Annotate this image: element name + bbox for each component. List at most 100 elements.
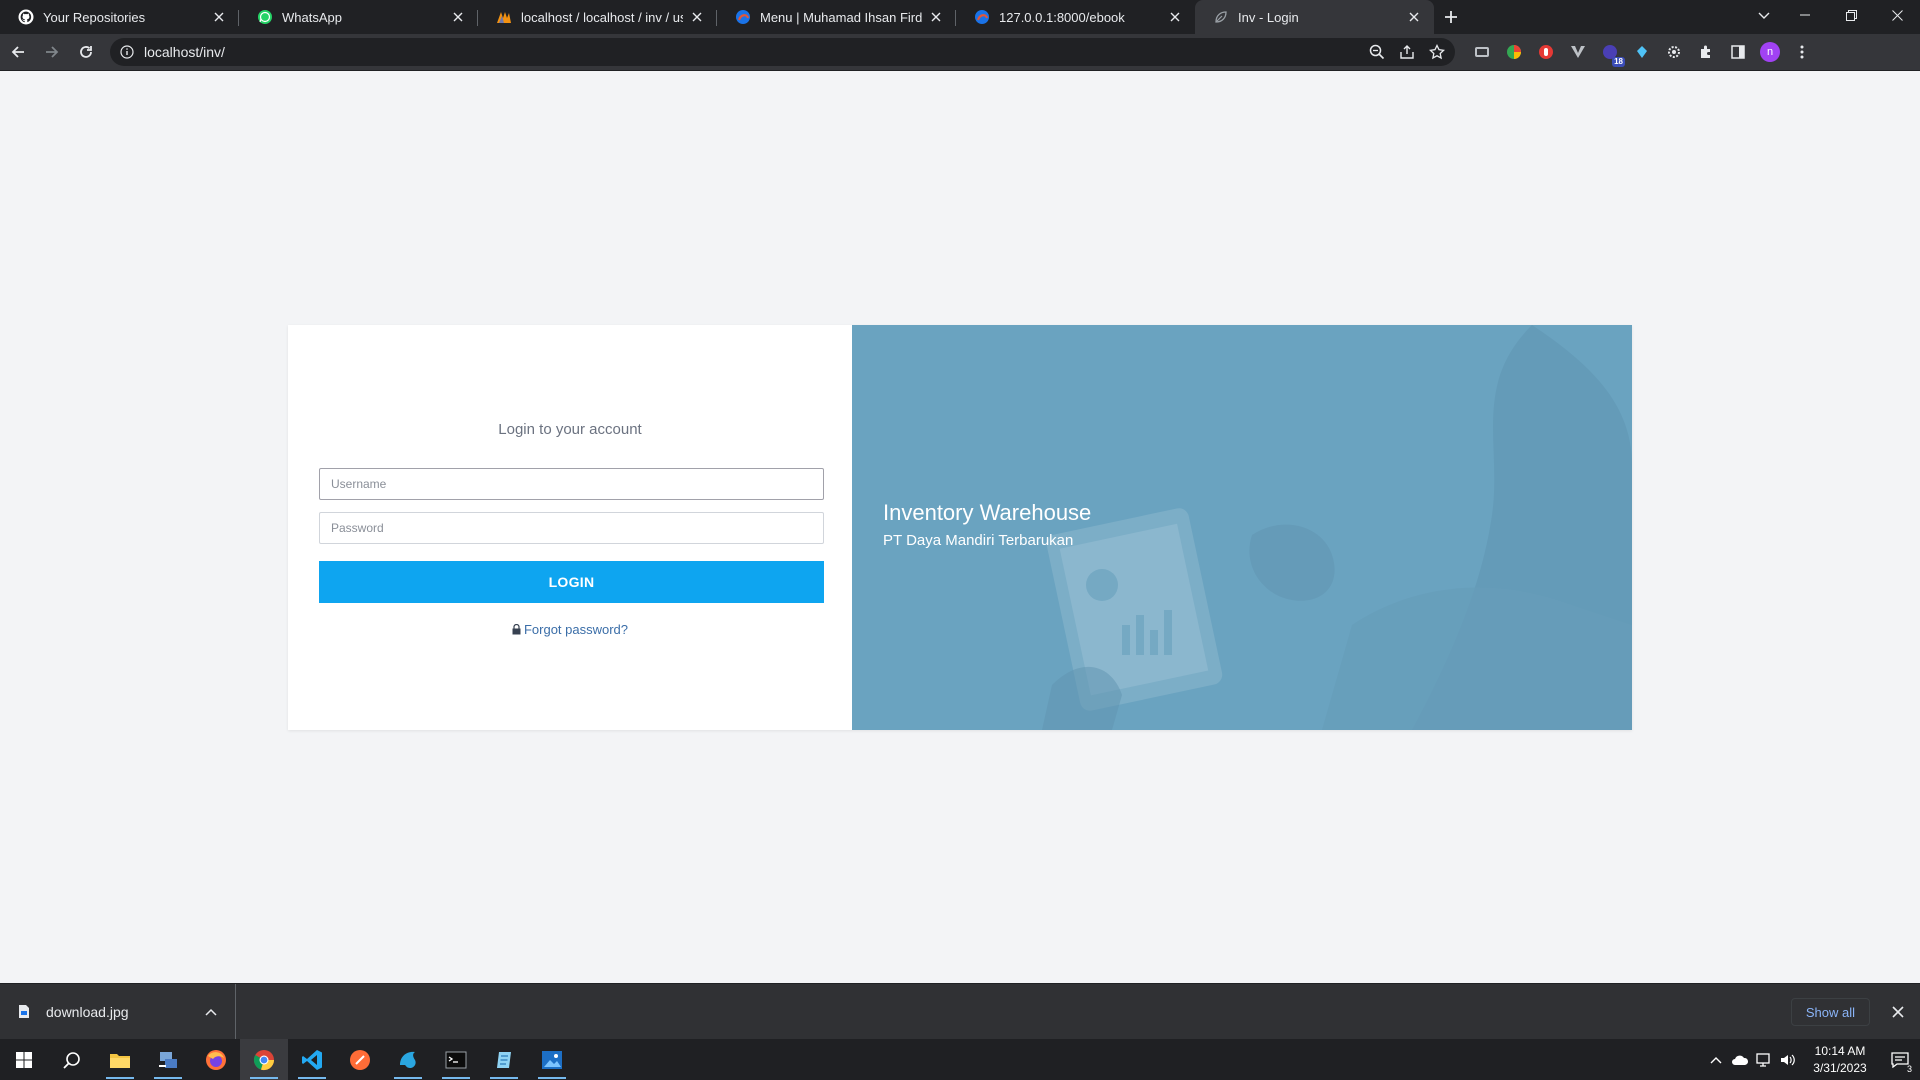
restore-icon	[1845, 9, 1857, 21]
close-window-button[interactable]	[1874, 0, 1920, 30]
github-icon	[18, 9, 34, 25]
plus-icon	[1445, 11, 1457, 23]
tab-whatsapp[interactable]: WhatsApp	[239, 0, 478, 34]
tab-search-button[interactable]	[1754, 6, 1774, 26]
close-icon	[1891, 9, 1903, 21]
taskbar-postman[interactable]	[336, 1039, 384, 1080]
taskbar-file-explorer[interactable]	[96, 1039, 144, 1080]
tab-ebook[interactable]: 127.0.0.1:8000/ebook	[956, 0, 1195, 34]
lock-icon	[512, 624, 521, 635]
star-icon[interactable]	[1429, 44, 1445, 60]
taskbar-notepad[interactable]	[480, 1039, 528, 1080]
extension-badge-icon[interactable]: 18	[1599, 41, 1625, 67]
browser-tab-strip: Your Repositories WhatsApp localhost / l…	[0, 0, 1920, 34]
taskbar-clock[interactable]: 10:14 AM 3/31/2023	[1800, 1043, 1880, 1077]
browser-menu-icon[interactable]	[1791, 41, 1813, 63]
vscode-icon	[302, 1049, 322, 1070]
close-tab-icon[interactable]	[1167, 9, 1183, 25]
tray-onedrive[interactable]	[1728, 1039, 1752, 1080]
avatar-initial: n	[1760, 42, 1780, 62]
tray-volume[interactable]	[1776, 1039, 1800, 1080]
download-bar: download.jpg Show all	[0, 983, 1920, 1040]
dolphin-icon	[400, 1051, 416, 1068]
extension-red-icon[interactable]	[1535, 41, 1557, 63]
reload-button[interactable]	[70, 36, 102, 68]
close-tab-icon[interactable]	[211, 9, 227, 25]
firefox-icon	[206, 1049, 226, 1070]
close-tab-icon[interactable]	[1406, 9, 1422, 25]
windows-logo-icon	[16, 1051, 32, 1068]
extension-badge-count: 18	[1612, 57, 1625, 67]
back-button[interactable]	[2, 36, 34, 68]
extension-gear-icon[interactable]	[1663, 41, 1685, 63]
password-input[interactable]	[319, 512, 824, 544]
forward-button[interactable]	[36, 36, 68, 68]
extension-colorful-icon[interactable]	[1503, 41, 1525, 63]
arrow-left-icon	[11, 46, 24, 58]
page-content: Login to your account LOGIN Forgot passw…	[0, 71, 1920, 983]
chevron-up-icon[interactable]	[205, 1008, 217, 1016]
tab-title: 127.0.0.1:8000/ebook	[999, 9, 1125, 25]
close-download-bar-button[interactable]	[1888, 1002, 1908, 1022]
extensions-puzzle-icon[interactable]	[1695, 41, 1717, 63]
tab-title: Inv - Login	[1238, 9, 1299, 25]
login-form-panel: Login to your account LOGIN Forgot passw…	[288, 325, 852, 730]
zoom-icon[interactable]	[1369, 44, 1385, 60]
hero-title: Inventory Warehouse	[883, 500, 1092, 525]
taskbar-photos[interactable]	[528, 1039, 576, 1080]
windows-taskbar: 10:14 AM 3/31/2023 3	[0, 1039, 1920, 1080]
side-panel-icon[interactable]	[1727, 41, 1749, 63]
tab-menu-ihsan[interactable]: Menu | Muhamad Ihsan Firdaus	[717, 0, 956, 34]
speaker-icon	[1781, 1054, 1795, 1065]
close-tab-icon[interactable]	[928, 9, 944, 25]
hero-subtitle: PT Daya Mandiri Terbarukan	[883, 532, 1074, 549]
login-button[interactable]: LOGIN	[319, 561, 824, 603]
minimize-icon	[1800, 14, 1810, 16]
close-tab-icon[interactable]	[450, 9, 466, 25]
folder-icon	[110, 1053, 130, 1068]
taskbar-network-app[interactable]	[144, 1039, 192, 1080]
username-input[interactable]	[319, 468, 824, 500]
extension-diamond-icon[interactable]	[1631, 41, 1653, 63]
network-icon	[1756, 1052, 1770, 1067]
taskbar-search-button[interactable]	[48, 1039, 96, 1080]
info-icon[interactable]	[120, 45, 134, 59]
tray-network[interactable]	[1752, 1039, 1776, 1080]
clock-time: 10:14 AM	[1814, 1043, 1866, 1058]
new-tab-button[interactable]	[1434, 0, 1468, 34]
edge-icon	[974, 9, 990, 25]
arrow-right-icon	[46, 46, 59, 58]
url-text: localhost/inv/	[144, 44, 225, 60]
restore-button[interactable]	[1828, 0, 1874, 30]
show-all-downloads-button[interactable]: Show all	[1790, 998, 1870, 1026]
tab-your-repositories[interactable]: Your Repositories	[0, 0, 239, 34]
login-heading: Login to your account	[498, 421, 642, 438]
tab-inv-login[interactable]: Inv - Login	[1195, 0, 1434, 34]
taskbar-vscode[interactable]	[288, 1039, 336, 1080]
taskbar-chrome[interactable]	[240, 1039, 288, 1080]
close-tab-icon[interactable]	[689, 9, 705, 25]
profile-avatar[interactable]: n	[1759, 41, 1781, 63]
address-bar[interactable]: localhost/inv/	[110, 38, 1455, 66]
file-image-icon	[19, 1005, 29, 1018]
windows-start-button[interactable]	[0, 1039, 48, 1080]
leaf-icon	[1213, 9, 1229, 25]
taskbar-firefox[interactable]	[192, 1039, 240, 1080]
network-computer-icon	[159, 1051, 177, 1068]
share-icon[interactable]	[1399, 44, 1415, 60]
chevron-down-icon	[1758, 12, 1770, 19]
whatsapp-icon	[257, 9, 273, 25]
extension-v-icon[interactable]	[1567, 41, 1589, 63]
chrome-icon	[253, 1049, 275, 1070]
taskbar-terminal[interactable]	[432, 1039, 480, 1080]
chevron-up-icon	[1710, 1056, 1722, 1063]
tab-phpmyadmin[interactable]: localhost / localhost / inv / user | php…	[478, 0, 717, 34]
tray-overflow-button[interactable]	[1704, 1039, 1728, 1080]
download-item[interactable]: download.jpg	[0, 983, 236, 1040]
forgot-password-link[interactable]: Forgot password?	[288, 622, 852, 637]
forgot-password-label: Forgot password?	[523, 622, 629, 637]
extension-cast-icon[interactable]	[1471, 41, 1493, 63]
action-center-button[interactable]: 3	[1880, 1039, 1920, 1080]
taskbar-mysql-workbench[interactable]	[384, 1039, 432, 1080]
minimize-button[interactable]	[1782, 0, 1828, 30]
